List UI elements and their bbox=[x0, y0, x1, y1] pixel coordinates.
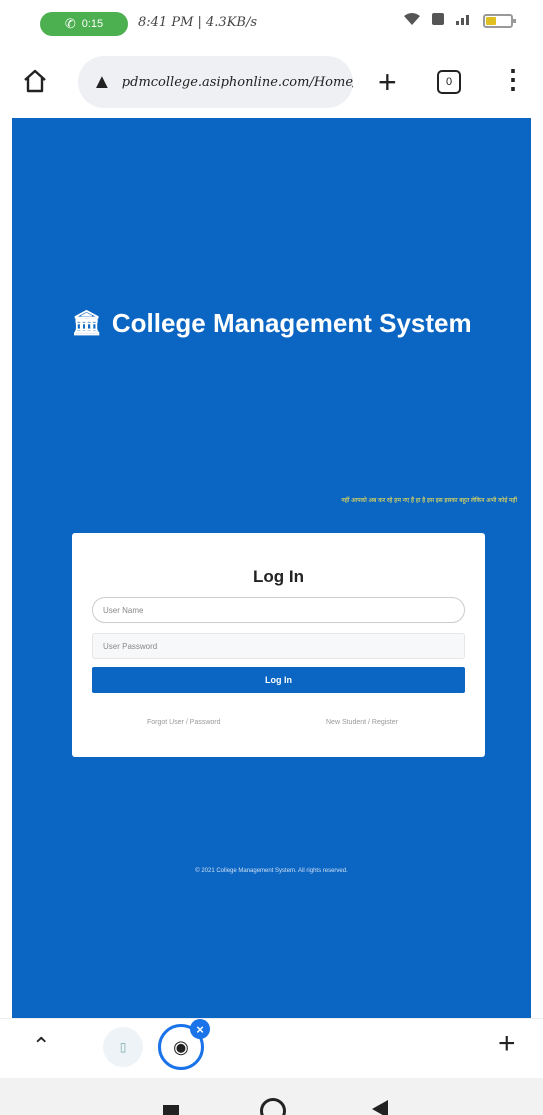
username-input[interactable]: User Name bbox=[92, 597, 465, 623]
home-nav-icon[interactable] bbox=[260, 1098, 286, 1115]
not-secure-warning-icon[interactable]: ▲ bbox=[92, 71, 112, 94]
app-title-text: College Management System bbox=[111, 308, 472, 338]
address-bar[interactable]: ▲ pdmcollege.asiphonline.com/Home/Login bbox=[78, 56, 353, 108]
web-page: 🏛 College Management System नहीं आपको अब… bbox=[12, 118, 531, 1018]
system-navigation-bar bbox=[0, 1078, 543, 1115]
add-tab-icon[interactable]: + bbox=[498, 1029, 516, 1059]
bottom-tab-bar: ⌃ ▯ ◉ × + bbox=[0, 1018, 543, 1078]
browser-toolbar: ▲ pdmcollege.asiphonline.com/Home/Login … bbox=[0, 48, 543, 118]
close-tab-icon[interactable]: × bbox=[190, 1019, 210, 1039]
footer-copyright: © 2021 College Management System. All ri… bbox=[195, 868, 348, 874]
battery-icon bbox=[483, 13, 516, 28]
password-input[interactable]: User Password bbox=[92, 633, 465, 659]
recents-icon[interactable] bbox=[163, 1105, 179, 1115]
status-icons bbox=[403, 12, 516, 29]
tab-thumbnail[interactable]: ▯ bbox=[103, 1027, 143, 1067]
sim-icon bbox=[431, 12, 445, 29]
ongoing-call-chip[interactable]: ✆ 0:15 bbox=[40, 12, 128, 36]
login-button[interactable]: Log In bbox=[92, 667, 465, 693]
more-menu-icon[interactable]: ⋮ bbox=[500, 66, 526, 92]
phone-icon: ✆ bbox=[64, 16, 76, 31]
login-title: Log In bbox=[253, 567, 304, 586]
wifi-icon bbox=[403, 12, 421, 29]
url-text: pdmcollege.asiphonline.com/Home/Login bbox=[121, 74, 353, 90]
institution-icon: 🏛 bbox=[71, 310, 102, 337]
signal-icon bbox=[455, 12, 473, 29]
tab-switcher-icon[interactable]: 0 bbox=[437, 70, 461, 94]
app-title: 🏛 College Management System bbox=[12, 308, 531, 339]
register-link[interactable]: New Student / Register bbox=[326, 719, 398, 726]
home-icon[interactable] bbox=[22, 68, 48, 94]
back-icon[interactable] bbox=[372, 1100, 388, 1115]
forgot-password-link[interactable]: Forgot User / Password bbox=[147, 719, 221, 726]
call-duration: 0:15 bbox=[81, 18, 104, 30]
status-bar: ✆ 0:15 8:41 PM | 4.3KB/s bbox=[0, 0, 543, 48]
notice-marquee: नहीं आपको अब कर रहे हम नए हैं हा है इस इ… bbox=[341, 498, 517, 504]
login-card: Log In User Name User Password Log In Fo… bbox=[72, 533, 485, 757]
chevron-up-icon[interactable]: ⌃ bbox=[32, 1033, 50, 1059]
new-tab-icon[interactable]: + bbox=[378, 66, 397, 98]
status-time: 8:41 PM | 4.3KB/s bbox=[138, 15, 258, 30]
